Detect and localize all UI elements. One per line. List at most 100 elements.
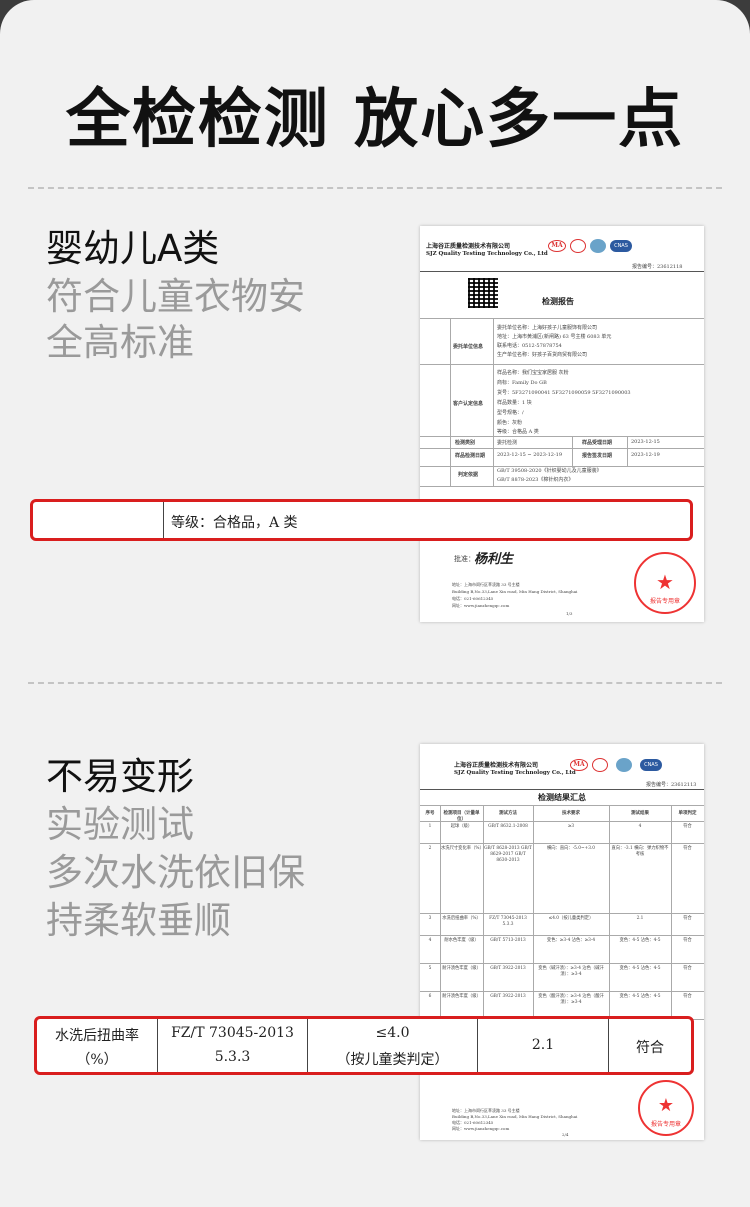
table-cell: 5: [428, 966, 432, 971]
table-cell: GB/T 3922-2013: [490, 994, 526, 999]
table-cell: 4: [638, 824, 642, 829]
client-line: 委托单位名称：上海好孩子儿童服饰有限公司: [497, 325, 598, 331]
section2-subline-1: 实验测试: [46, 803, 194, 846]
results-title: 检测结果汇总: [538, 792, 586, 802]
section1-subline-1: 符合儿童衣物安: [46, 275, 305, 318]
table-rule: [483, 805, 484, 1019]
address-line: 网址：www.jianzhengqc.com: [452, 603, 510, 608]
table-cell: 符合: [683, 846, 692, 851]
test-period: 2023-12-15 ~ 2023-12-19: [497, 452, 563, 458]
table-cell: 变色（酸汗渍）：≥3-4 沾色（酸汗渍）：≥3-4: [538, 994, 604, 1005]
report-number: 报告编号：23612113: [646, 782, 697, 788]
zoom-method-line: 5.3.3: [214, 1049, 251, 1065]
table-rule: [420, 935, 704, 936]
zoom-judge: 符合: [636, 1040, 664, 1056]
basis-line: GB/T 8878-2023《棉针织内衣》: [497, 477, 574, 483]
table-cell: FZ/T 73045-2013 5.3.3: [489, 916, 527, 927]
table-cell: 2: [428, 846, 432, 851]
cnas-logo-icon: CNAS: [610, 240, 632, 252]
table-header: 技术要求: [562, 811, 580, 816]
header-rule: [420, 789, 704, 790]
table-cell: 起球（级）: [450, 824, 473, 829]
receive-date-label: 样品受理日期: [582, 440, 613, 446]
table-rule: [420, 318, 704, 319]
table-rule: [420, 821, 704, 822]
table-cell: 水洗后扭曲率（%）: [442, 916, 481, 921]
section1-headline: 婴幼儿A类: [46, 227, 220, 270]
cnas-logo-icon: CNAS: [640, 759, 662, 771]
cma-logo-icon: MA: [548, 240, 566, 252]
approve-label: 批准：: [454, 555, 475, 563]
section2-subline-3: 持柔软垂顺: [46, 899, 231, 942]
divider: [28, 187, 722, 189]
zoom-item-line: （%）: [76, 1052, 118, 1068]
zoom-item-line: 水洗后扭曲率: [55, 1028, 139, 1044]
table-cell: ≤4.0（按儿童类判定）: [548, 916, 594, 921]
grade-text: 等级：合格品，A 类: [171, 515, 298, 531]
zoom-method-line: FZ/T 73045-2013: [171, 1025, 294, 1041]
table-rule: [440, 805, 441, 1019]
table-cell: GB/T 3922-2013: [490, 966, 526, 971]
company-name-en: SJZ Quality Testing Technology Co., Ltd: [426, 251, 548, 257]
stamp-text: 报告专用章: [650, 1121, 681, 1128]
table-rule: [450, 318, 451, 486]
table-cell: 变色（碱汗渍）：≥3-4 沾色（碱汗渍）：≥3-4: [538, 966, 604, 977]
test-period-label: 样品检测日期: [455, 453, 486, 459]
table-rule: [493, 318, 494, 486]
table-cell: 符合: [683, 916, 692, 921]
page-background: 全检检测 放心多一点 婴幼儿A类 符合儿童衣物安 全高标准 上海谷正质量检测技术…: [0, 0, 750, 1207]
header-rule: [420, 271, 704, 272]
table-cell: 横向：直向：-5.0~+3.0: [546, 846, 596, 851]
sample-line: 货号：5F3271090041 5F3271090059 5F327109000…: [497, 390, 631, 396]
table-rule: [572, 436, 573, 466]
address-line: Building B,No.33,Lane Xin road, Min Hang…: [452, 1114, 578, 1119]
table-cell: 1: [428, 824, 432, 829]
zoom-cell-item: 水洗后扭曲率 （%）: [37, 1019, 158, 1072]
cal-logo-icon: [592, 758, 608, 772]
table-cell: 变色：4-5 沾色：4-5: [619, 966, 661, 971]
table-rule: [420, 805, 704, 806]
table-cell: 变色：4-5 沾色：4-5: [619, 938, 661, 943]
table-cell: 耐汗渍色牢度（级）: [442, 966, 481, 971]
table-cell: GB/T 8632.1-2008: [488, 824, 528, 829]
table-cell: GB/T 5713-2013: [490, 938, 526, 943]
client-line: 地址：上海市黄浦区(新闸路) 63 号主楼 6083 单元: [497, 334, 612, 340]
sample-line: 样品数量：1 块: [497, 400, 532, 406]
sample-line: 样品名称：我们宝宝家居服 灰粉: [497, 370, 569, 376]
page-number: 2/4: [562, 1132, 569, 1137]
table-cell: 3: [428, 916, 432, 921]
table-rule: [420, 436, 704, 437]
test-results-document: 上海谷正质量检测技术有限公司 SJZ Quality Testing Techn…: [420, 744, 704, 1140]
twist-rate-highlight-box: 水洗后扭曲率 （%） FZ/T 73045-2013 5.3.3 ≤4.0 （按…: [34, 1016, 694, 1075]
table-cell: 水洗尺寸变化率（%）: [441, 846, 484, 851]
issue-date-label: 报告签发日期: [582, 453, 613, 459]
sample-line: 商标：Family Do GB: [497, 380, 547, 386]
divider: [28, 682, 722, 684]
table-header: 测试方法: [499, 811, 517, 816]
table-cell: 耐汗渍色牢度（级）: [442, 994, 481, 999]
zoom-cell-left: [33, 502, 164, 538]
table-cell: 6: [428, 994, 432, 999]
table-cell: 直向：-3.1 横向：弹力织物不考核: [611, 846, 669, 857]
table-rule: [420, 486, 704, 487]
sample-line: 颜色：灰粉: [497, 420, 523, 426]
ilac-logo-icon: [590, 239, 606, 253]
table-cell: 符合: [683, 824, 692, 829]
cal-logo-icon: [570, 239, 586, 253]
table-cell: 符合: [683, 966, 692, 971]
table-rule: [671, 805, 672, 1019]
table-cell: GB/T 8628-2013 GB/T 8629-2017 GB/T 8630-…: [484, 846, 532, 863]
zoom-req-line: ≤4.0: [375, 1025, 410, 1041]
zoom-cell-grade: 等级：合格品，A 类: [164, 502, 690, 538]
table-cell: 符合: [683, 938, 692, 943]
table-cell: 2.1: [636, 916, 644, 921]
address-line: 电话：021-60612345: [452, 596, 494, 601]
table-cell: 符合: [683, 994, 692, 999]
official-stamp: ★ 报告专用章: [638, 1080, 694, 1136]
table-rule: [627, 436, 628, 466]
table-header: 测试结果: [631, 811, 649, 816]
official-stamp: ★ 报告专用章: [634, 552, 696, 614]
table-header: 序号: [425, 811, 435, 816]
basis-line: GB/T 39508-2020《针织婴幼儿及儿童服装》: [497, 468, 602, 474]
company-name-cn: 上海谷正质量检测技术有限公司: [454, 762, 539, 769]
